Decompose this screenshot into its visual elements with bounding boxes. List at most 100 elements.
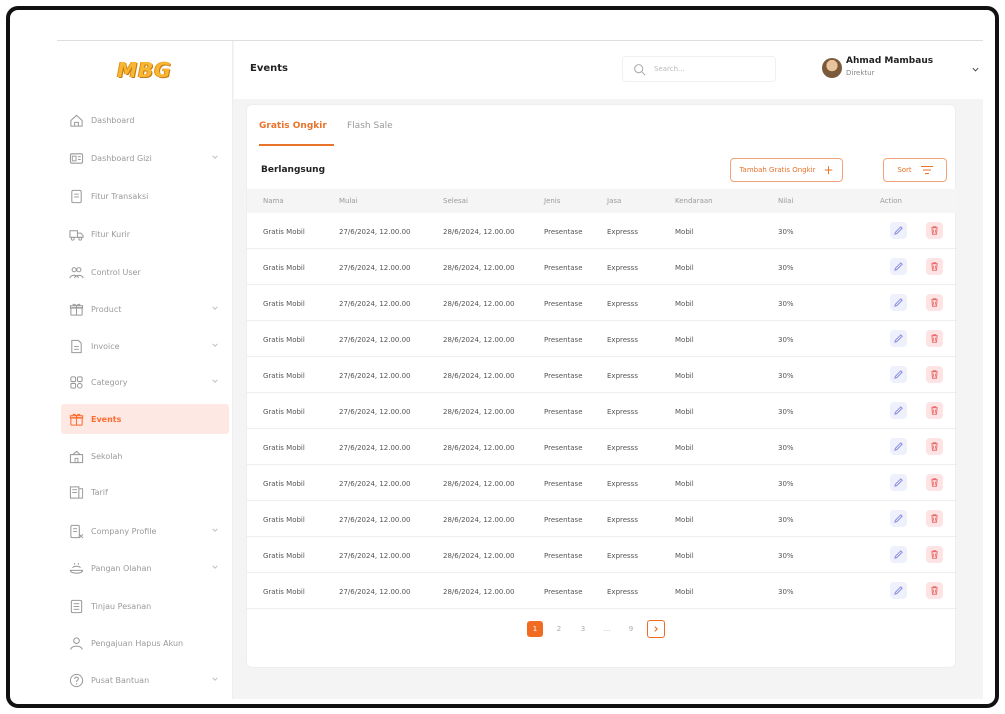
table-cell-mulai: 27/6/2024, 12.00.00 [339,552,411,560]
table-row: Gratis Mobil 27/6/2024, 12.00.00 28/6/2024… [247,249,957,285]
chevron-down-icon[interactable] [211,377,219,385]
sidebar-item-fitur-kurir[interactable]: Fitur Kurir [61,219,229,249]
edit-button[interactable] [890,366,907,383]
delete-button[interactable] [926,438,943,455]
pencil-icon [894,262,903,271]
table-cell-jenis: Presentase [544,552,583,560]
delete-button[interactable] [926,546,943,563]
table-cell-jasa: Expresss [607,336,638,344]
edit-button[interactable] [890,510,907,527]
edit-button[interactable] [890,330,907,347]
table-cell-mulai: 27/6/2024, 12.00.00 [339,228,411,236]
delete-button[interactable] [926,510,943,527]
sidebar-item-tinjau-pesanan[interactable]: Tinjau Pesanan [61,591,229,621]
column-header-mulai: Mulai [339,197,358,205]
school-icon [69,449,84,464]
chevron-down-icon[interactable] [211,153,219,161]
delete-button[interactable] [926,366,943,383]
edit-button[interactable] [890,582,907,599]
search-input[interactable] [654,65,764,73]
edit-button[interactable] [890,474,907,491]
table-cell-jasa: Expresss [607,552,638,560]
pencil-icon [894,586,903,595]
user-name: Ahmad Mambaus [846,56,934,66]
sidebar-item-label: Events [91,414,122,424]
sidebar-item-dashboard-gizi[interactable]: Dashboard Gizi [61,143,229,173]
sidebar-item-product[interactable]: Product [61,294,229,324]
edit-button[interactable] [890,258,907,275]
edit-button[interactable] [890,294,907,311]
table-cell-kendaraan: Mobil [675,480,694,488]
sidebar-item-label: Sekolah [91,451,123,461]
search-box[interactable] [622,56,776,82]
table-cell-jenis: Presentase [544,408,583,416]
pagination-ellipsis: ... [603,625,611,633]
delete-button[interactable] [926,222,943,239]
user-role: Direktur [846,69,875,77]
chevron-down-icon[interactable] [211,341,219,349]
sidebar-item-events[interactable]: Events [61,404,229,434]
tab-gratis-ongkir[interactable]: Gratis Ongkir [259,121,327,131]
edit-button[interactable] [890,222,907,239]
edit-button[interactable] [890,402,907,419]
table-cell-mulai: 27/6/2024, 12.00.00 [339,480,411,488]
sidebar-item-pengajuan-hapus-akun[interactable]: Pengajuan Hapus Akun [61,628,229,658]
column-header-nama: Nama [263,197,284,205]
edit-button[interactable] [890,438,907,455]
table-cell-selesai: 28/6/2024, 12.00.00 [443,228,515,236]
table-cell-mulai: 27/6/2024, 12.00.00 [339,444,411,452]
sidebar-item-company-profile[interactable]: Company Profile [61,516,229,546]
page-button-2[interactable]: 2 [551,621,567,637]
edit-button[interactable] [890,546,907,563]
sidebar-item-pusat-bantuan[interactable]: Pusat Bantuan [61,665,229,695]
trash-icon [931,514,938,523]
page-button-1[interactable]: 1 [527,621,543,637]
sidebar-item-control-user[interactable]: Control User [61,257,229,287]
table-cell-jasa: Expresss [607,588,638,596]
table-cell-selesai: 28/6/2024, 12.00.00 [443,444,515,452]
table-cell-kendaraan: Mobil [675,372,694,380]
table-cell-nama: Gratis Mobil [263,264,305,272]
sidebar-item-tarif[interactable]: Tarif [61,477,229,507]
sidebar-item-dashboard[interactable]: Dashboard [61,105,229,135]
chevron-down-icon[interactable] [211,563,219,571]
table-cell-nama: Gratis Mobil [263,408,305,416]
column-header-jasa: Jasa [607,197,622,205]
sidebar-item-fitur-transaksi[interactable]: Fitur Transaksi [61,181,229,211]
delete-button[interactable] [926,402,943,419]
trash-icon [931,478,938,487]
next-page-button[interactable] [647,620,665,638]
sidebar-item-label: Category [91,377,128,387]
chevron-down-icon[interactable] [211,526,219,534]
column-header-jenis: Jenis [544,197,561,205]
search-icon [634,63,646,76]
delete-button[interactable] [926,330,943,347]
chevron-down-icon[interactable] [211,675,219,683]
sidebar-item-label: Pusat Bantuan [91,675,150,685]
delete-button[interactable] [926,258,943,275]
table-cell-nilai: 30% [778,552,794,560]
chevron-down-icon[interactable] [971,65,980,74]
tab-flash-sale[interactable]: Flash Sale [347,121,393,131]
pencil-icon [894,298,903,307]
plus-icon: + [823,163,834,177]
sort-button[interactable]: Sort [883,158,947,182]
sidebar-item-category[interactable]: Category [61,367,229,397]
chevron-down-icon[interactable] [211,304,219,312]
delete-button[interactable] [926,474,943,491]
add-gratis-ongkir-button[interactable]: Tambah Gratis Ongkir + [730,158,843,182]
sidebar-item-sekolah[interactable]: Sekolah [61,441,229,471]
avatar[interactable] [822,58,842,78]
sidebar-item-label: Pangan Olahan [91,563,152,573]
table-cell-kendaraan: Mobil [675,588,694,596]
add-button-label: Tambah Gratis Ongkir [739,166,816,174]
delete-button[interactable] [926,582,943,599]
table-cell-nilai: 30% [778,588,794,596]
sidebar-item-invoice[interactable]: Invoice [61,331,229,361]
table-cell-mulai: 27/6/2024, 12.00.00 [339,372,411,380]
sidebar-item-pangan-olahan[interactable]: Pangan Olahan [61,553,229,583]
table-cell-selesai: 28/6/2024, 12.00.00 [443,552,515,560]
delete-button[interactable] [926,294,943,311]
page-button-9[interactable]: 9 [623,621,639,637]
page-button-3[interactable]: 3 [575,621,591,637]
